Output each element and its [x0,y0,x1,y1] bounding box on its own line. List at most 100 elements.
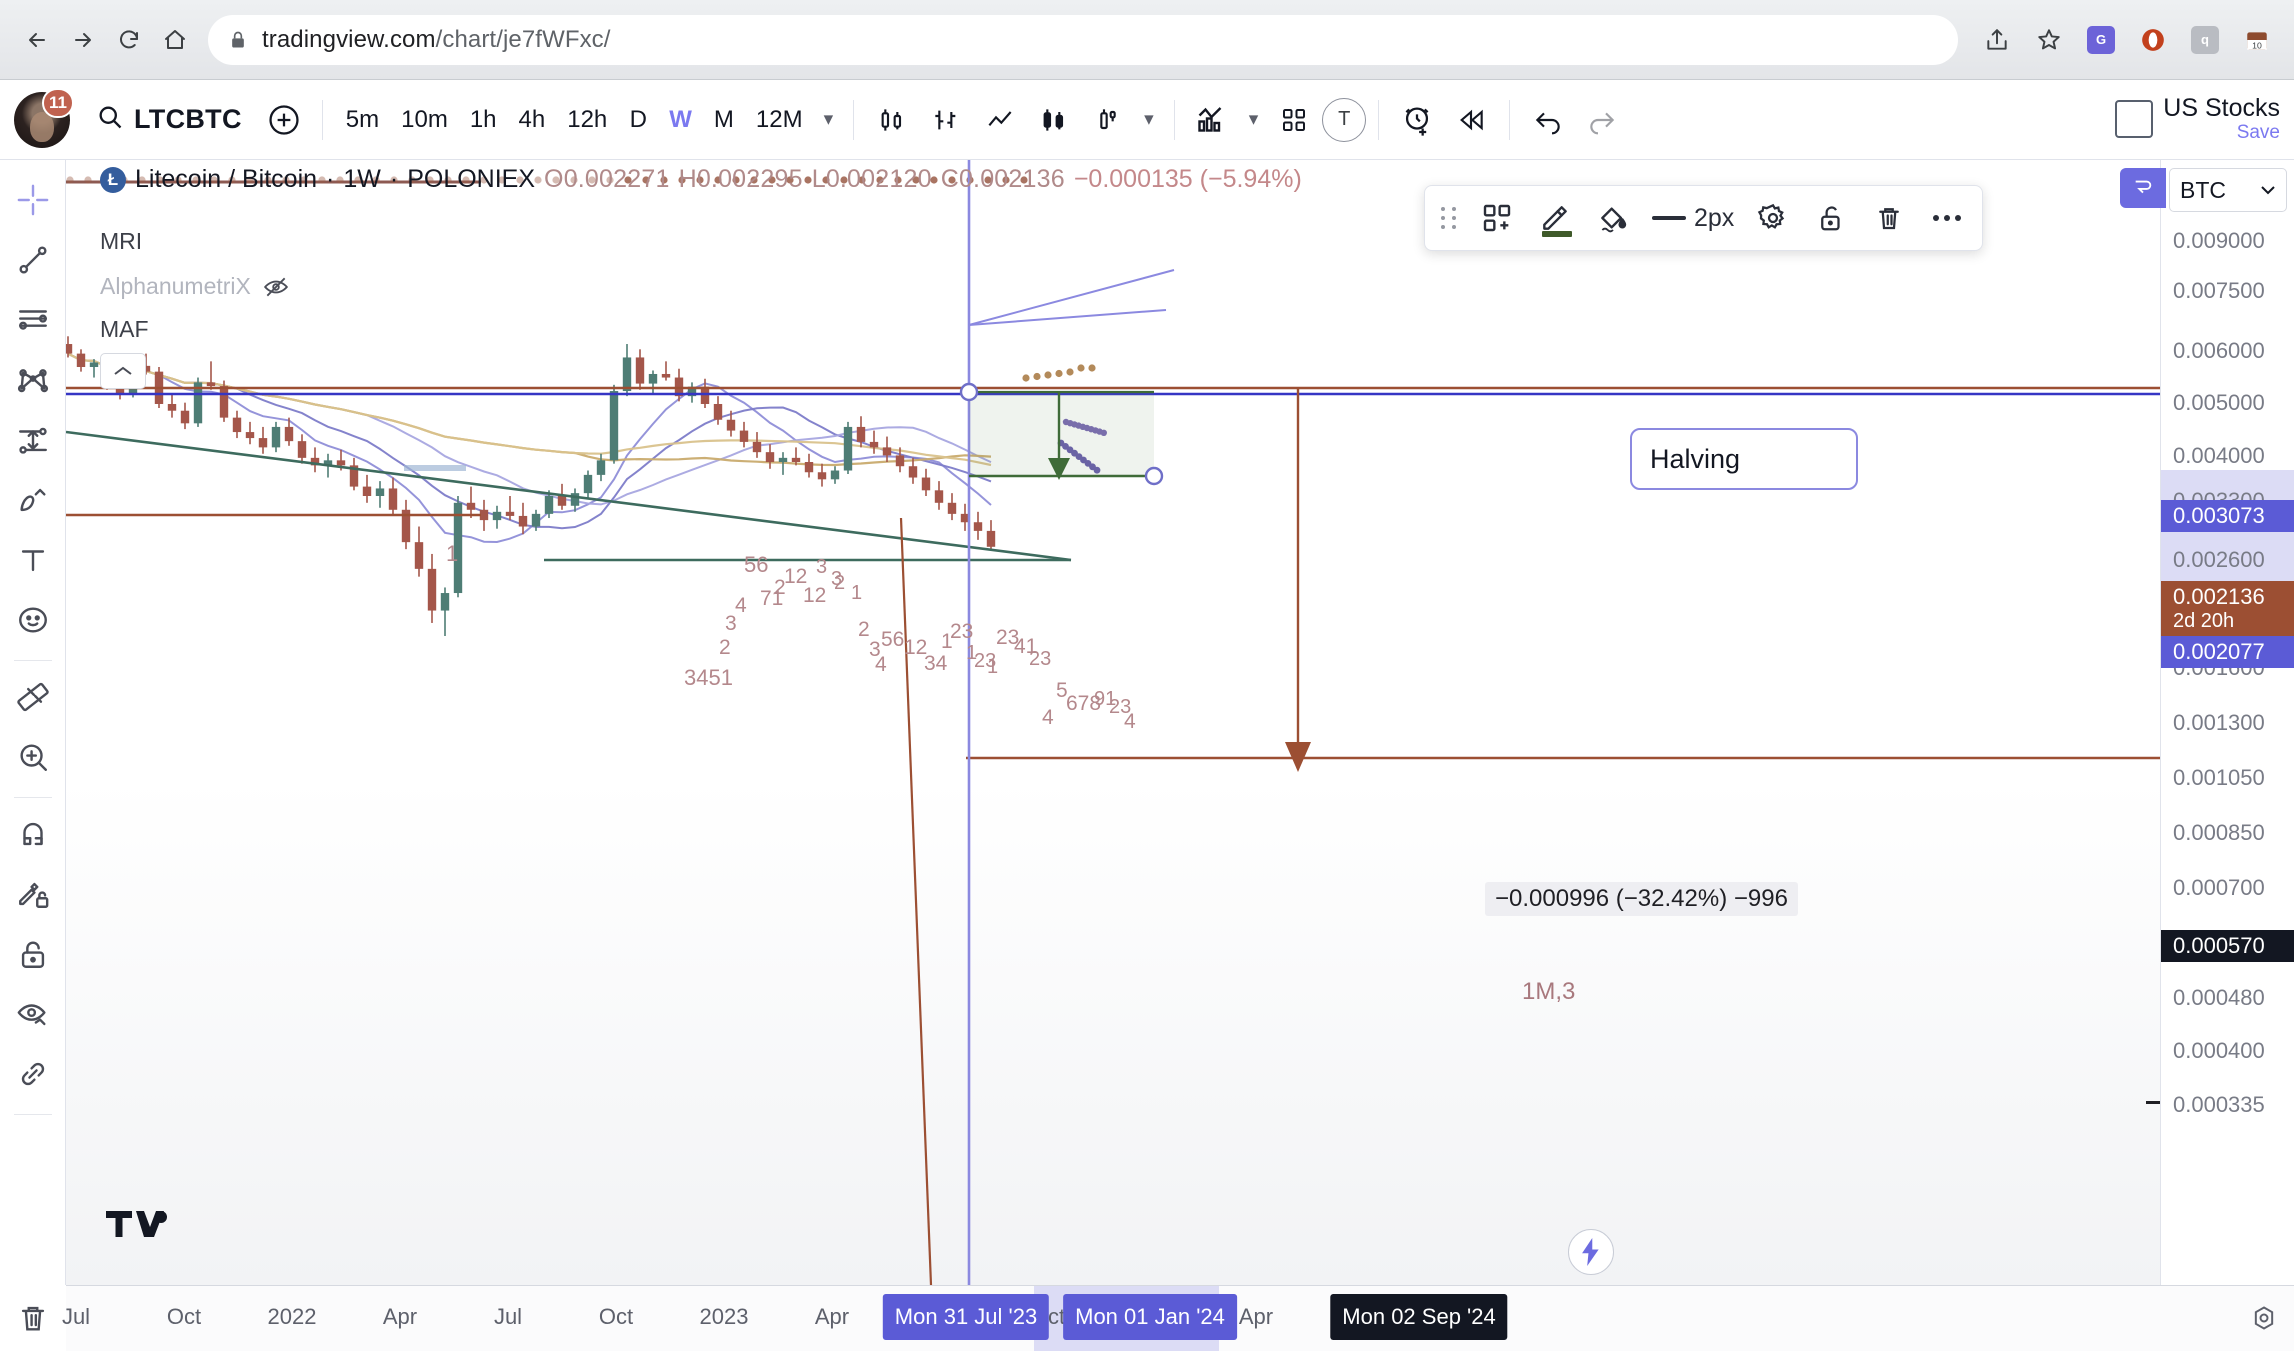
sync-drawings-icon[interactable] [5,1046,61,1102]
brush-icon[interactable] [5,472,61,528]
timeframe-5m[interactable]: 5m [335,97,390,143]
indicators-chevron-down-icon[interactable]: ▾ [1241,108,1267,131]
indicators-icon[interactable] [1187,94,1239,146]
crosshair-icon[interactable] [5,172,61,228]
time-tag[interactable]: Mon 01 Jan '24 [1063,1294,1237,1340]
price-tick: 0.000480 [2161,983,2294,1013]
timeframe-12h[interactable]: 12h [556,97,618,143]
symbol-search-button[interactable]: LTCBTC [82,94,256,146]
price-tag[interactable]: 0.0021362d 20h [2161,581,2294,636]
bookmark-star-icon[interactable] [2026,17,2072,63]
timeframe-D[interactable]: D [618,97,658,143]
price-tick: 0.009000 [2161,226,2294,256]
lock-icon[interactable] [5,926,61,982]
add-template-icon[interactable] [1470,191,1524,245]
extension-opera-icon[interactable] [2130,17,2176,63]
forward-icon[interactable] [60,17,106,63]
undo-icon[interactable] [1522,94,1574,146]
heikin-ashi-icon[interactable] [1082,94,1134,146]
reload-icon[interactable] [106,17,152,63]
add-symbol-icon[interactable] [258,94,310,146]
remove-drawings-icon[interactable] [0,1285,66,1351]
chart-type-chevron-down-icon[interactable]: ▾ [1136,108,1162,131]
share-icon[interactable] [1974,17,2020,63]
timeframe-4h[interactable]: 4h [508,97,557,143]
time-tag[interactable]: Mon 02 Sep '24 [1330,1294,1507,1340]
candle-body [285,427,293,441]
hide-drawings-icon[interactable] [5,986,61,1042]
price-tag[interactable]: 0.002077 [2161,636,2294,668]
price-tick: 0.000700 [2161,873,2294,903]
price-tag[interactable]: 0.003073 [2161,500,2294,532]
bucket-icon[interactable] [1586,191,1640,245]
measure-tool-2[interactable] [1285,388,1311,772]
replay-icon[interactable] [1445,94,1497,146]
extension-translate-icon[interactable]: G [2078,17,2124,63]
avatar-notification-badge[interactable]: 11 [42,88,74,118]
price-tag[interactable]: 0.000570 [2161,930,2294,962]
emoji-icon[interactable] [5,592,61,648]
drawing-mode-lock-icon[interactable] [5,866,61,922]
symbol-label: LTCBTC [134,104,242,135]
extension-calendar-icon[interactable]: 10 [2234,17,2280,63]
timeframe-10m[interactable]: 10m [390,97,459,143]
zoom-in-icon[interactable] [5,729,61,785]
timeframe-M[interactable]: M [703,97,745,143]
tradingview-logo-icon[interactable] [106,1205,168,1250]
time-tick: Apr [815,1304,849,1330]
text-tool-button[interactable]: T [1322,98,1366,142]
drag-handle-icon[interactable] [1433,207,1466,229]
hollow-candles-icon[interactable] [1028,94,1080,146]
candle-body [376,488,384,496]
pencil-color-swatch[interactable] [1542,231,1572,237]
descending-projection-line[interactable] [901,518,931,1285]
measure-range-icon[interactable] [5,412,61,468]
measure-tool-1[interactable] [961,384,1162,484]
extension-note-icon[interactable]: q [2182,17,2228,63]
redo-icon[interactable] [1576,94,1628,146]
alert-add-icon[interactable] [1391,94,1443,146]
horizontal-lines-icon[interactable] [5,292,61,348]
trend-line-icon[interactable] [5,232,61,288]
text-icon[interactable] [5,532,61,588]
time-tag[interactable]: Mon 31 Jul '23 [883,1294,1049,1340]
templates-grid-icon[interactable] [1268,94,1320,146]
time-scale[interactable]: JulOct2022AprJulOct2023AprOctApr Mon 31 … [66,1285,2294,1351]
timeframe-W[interactable]: W [658,97,703,143]
pitchfork-icon[interactable] [5,352,61,408]
user-avatar[interactable]: 11 [14,92,70,148]
more-icon[interactable] [1920,191,1974,245]
chart-canvas[interactable]: Ł Litecoin / Bitcoin · 1W · POLONIEX O0.… [66,160,2160,1285]
price-scale[interactable]: BTC 0.0090000.0075000.0060000.0050000.00… [2160,160,2294,1285]
candle-body [649,374,657,384]
timeframe-1h[interactable]: 1h [459,97,508,143]
gear-icon[interactable] [1746,191,1800,245]
line-width-button[interactable]: 2px [1644,191,1742,245]
trend-line[interactable] [66,432,1071,560]
magnet-icon[interactable] [5,806,61,862]
layout-icon[interactable] [2115,100,2153,138]
replay-lightning-icon[interactable] [1568,1229,1614,1275]
timeframe-chevron-down-icon[interactable]: ▾ [816,108,842,131]
candle-body [259,438,267,447]
workspace-save-link[interactable]: Save [2163,123,2280,144]
home-icon[interactable] [152,17,198,63]
pencil-icon[interactable] [1528,191,1582,245]
candles-icon[interactable] [866,94,918,146]
toolbar-divider-5 [1509,100,1510,140]
candle-body [519,516,527,527]
currency-unit-select[interactable]: BTC [2169,168,2287,212]
candle-body [636,357,644,383]
favorite-drawing-icon[interactable] [2120,168,2166,208]
back-icon[interactable] [14,17,60,63]
bars-icon[interactable] [920,94,972,146]
price-tick: 0.001050 [2161,763,2294,793]
unlock-icon[interactable] [1804,191,1858,245]
timeframe-12M[interactable]: 12M [745,97,814,143]
trash-icon[interactable] [1862,191,1916,245]
address-bar[interactable]: tradingview.com/chart/je7fWFxc/ [208,15,1958,65]
ruler-icon[interactable] [5,669,61,725]
timescale-settings-icon[interactable] [2244,1298,2284,1338]
line-icon[interactable] [974,94,1026,146]
halving-callout[interactable]: Halving [1630,428,1858,490]
